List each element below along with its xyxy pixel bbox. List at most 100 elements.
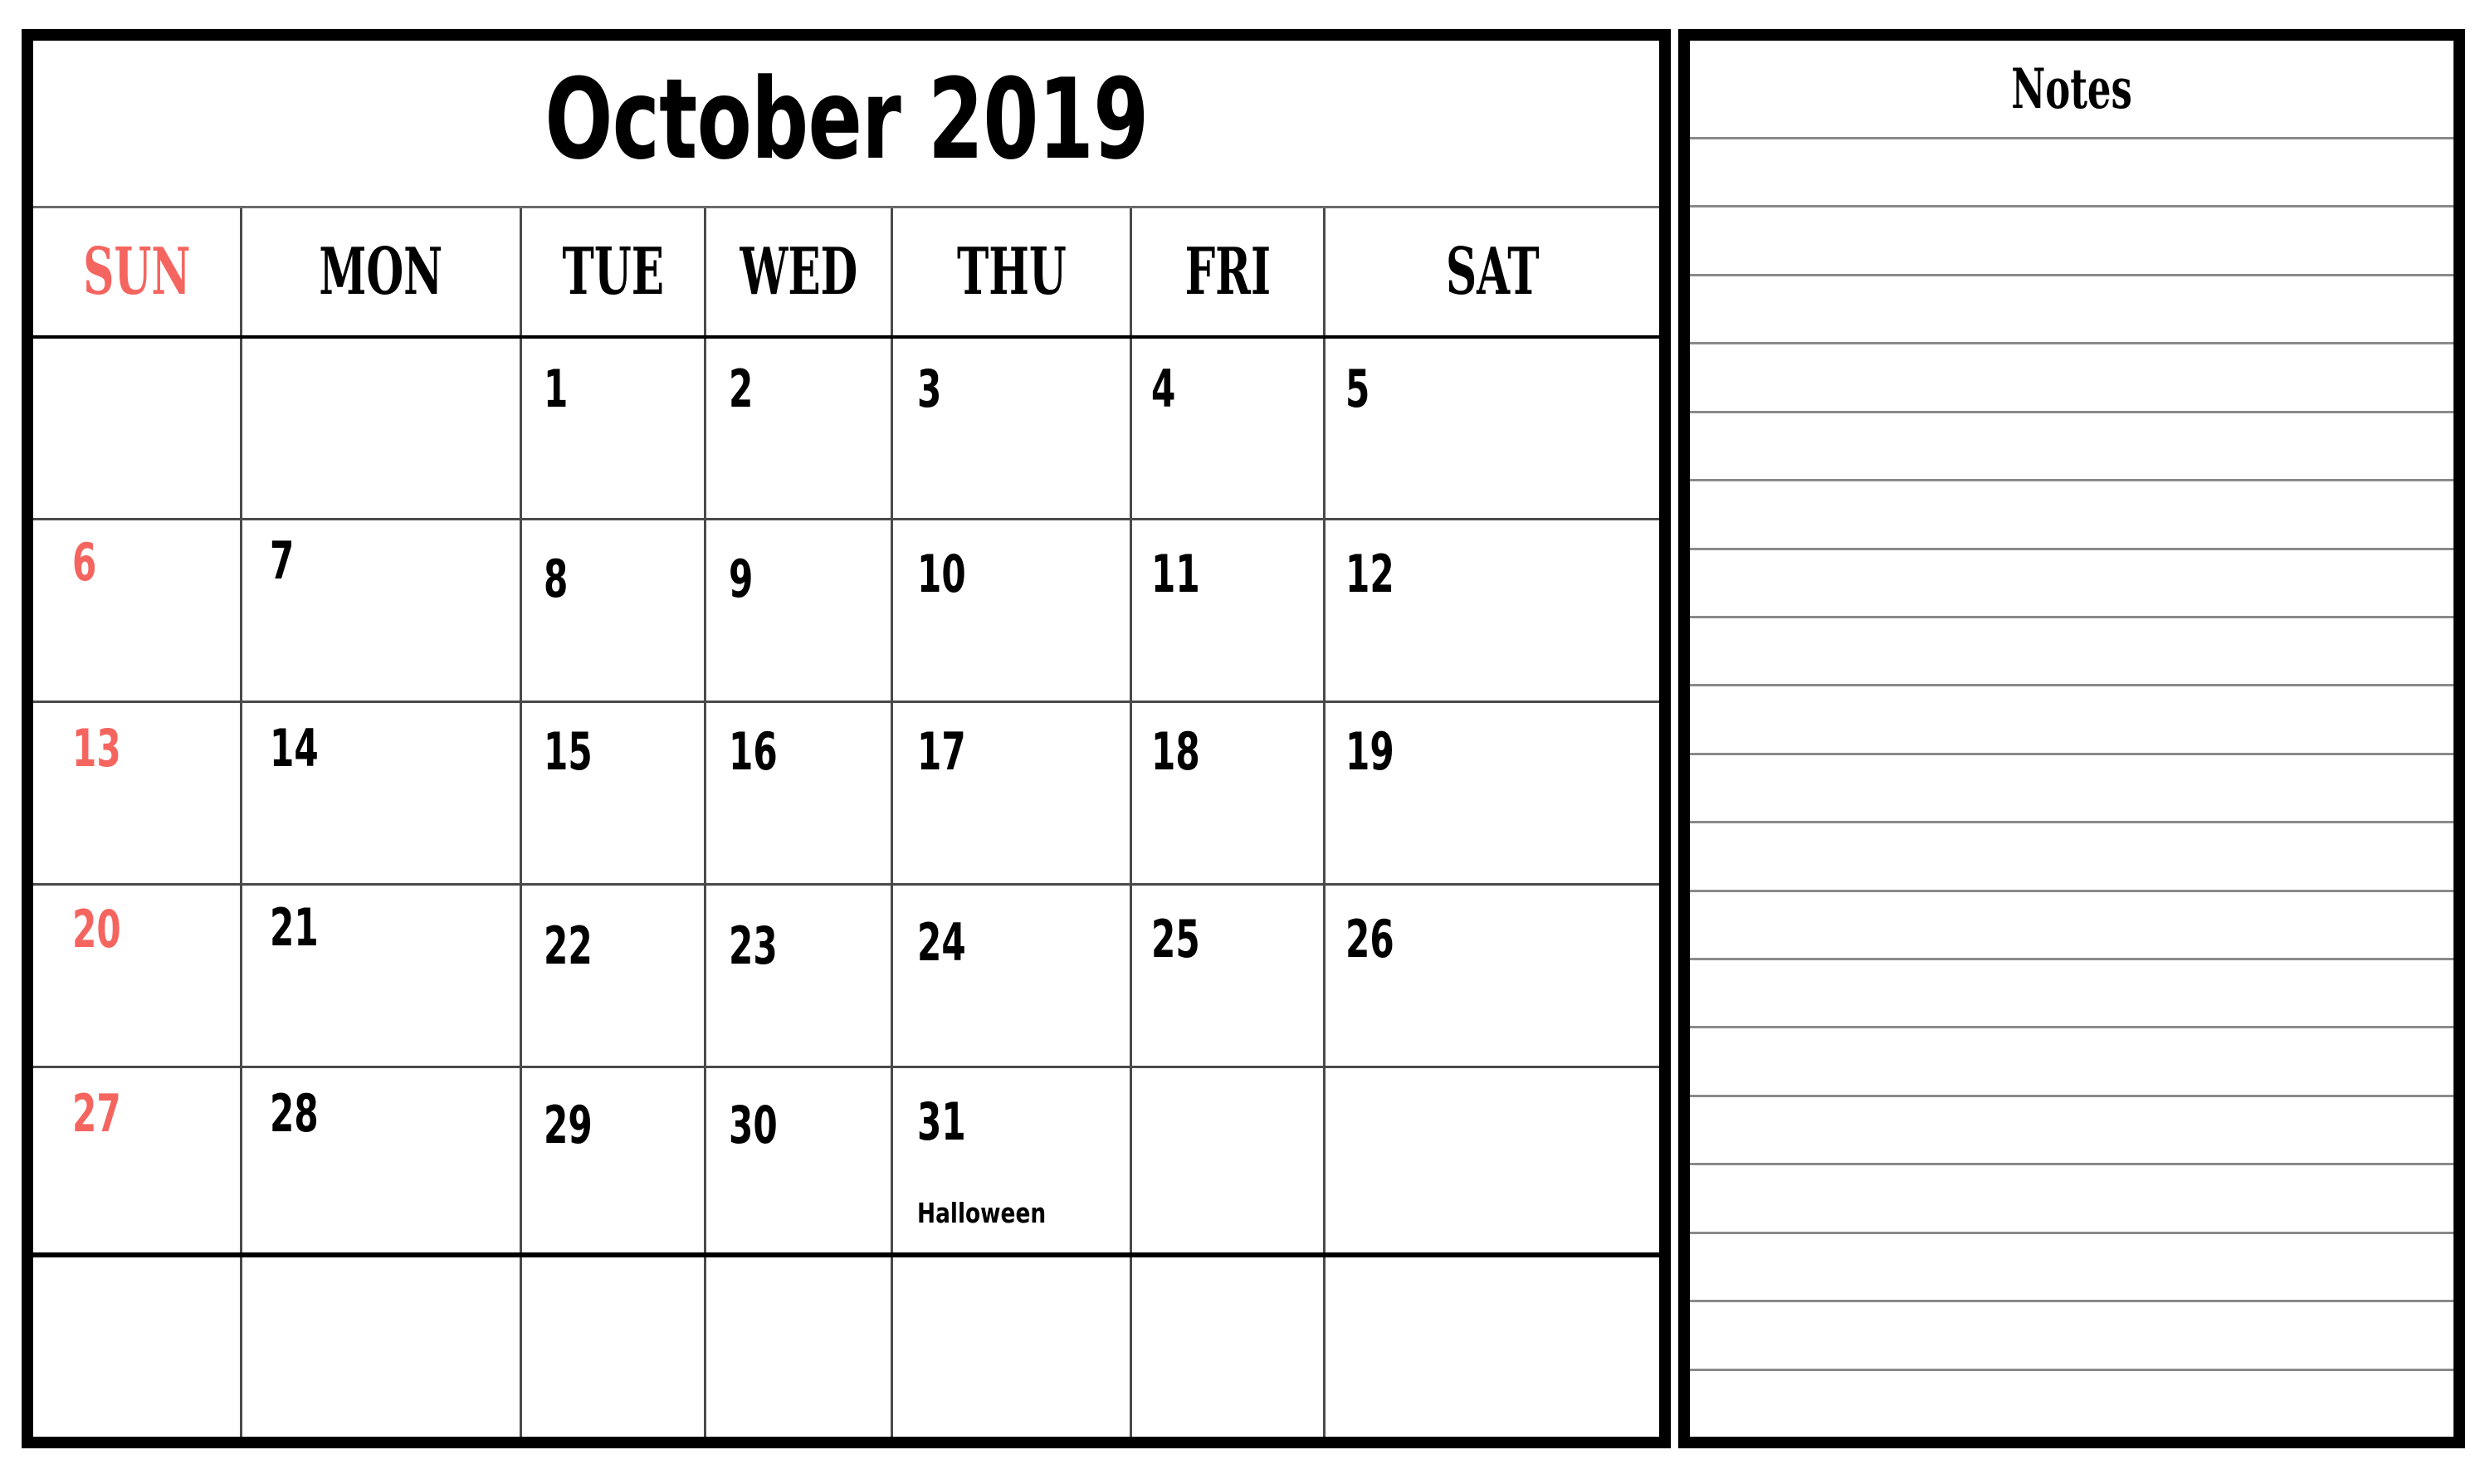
day-cell-27[interactable]: 27	[33, 1068, 242, 1252]
weekday-header-row: SUN MON TUE WED THU FRI SAT	[33, 208, 1659, 339]
day-cell-6[interactable]: 6	[33, 520, 242, 701]
day-cell-empty[interactable]	[1132, 1257, 1326, 1437]
day-cell-empty[interactable]	[522, 1257, 706, 1437]
day-cell-13[interactable]: 13	[33, 703, 242, 883]
weekday-header-sun: SUN	[33, 208, 242, 335]
day-number: 24	[916, 912, 966, 973]
notes-line[interactable]	[1690, 276, 2453, 345]
day-cell-21[interactable]: 21	[242, 886, 522, 1066]
day-cell-empty[interactable]	[893, 1257, 1133, 1437]
day-number: 22	[543, 915, 593, 976]
day-number: 17	[916, 721, 966, 782]
notes-line[interactable]	[1690, 1165, 2453, 1234]
day-cell-empty[interactable]	[1326, 1068, 1659, 1252]
notes-line[interactable]	[1690, 1028, 2453, 1097]
day-cell-20[interactable]: 20	[33, 886, 242, 1066]
day-cell-29[interactable]: 29	[522, 1068, 706, 1252]
day-number: 9	[728, 549, 754, 609]
notes-line[interactable]	[1690, 139, 2453, 208]
notes-header: Notes	[1690, 41, 2453, 139]
day-cell-empty[interactable]	[1326, 1257, 1659, 1437]
day-cell-25[interactable]: 25	[1132, 886, 1326, 1066]
calendar-panel: October 2019 SUN MON TUE WED THU FRI SAT 12345…	[22, 29, 1671, 1448]
day-number: 25	[1151, 909, 1200, 969]
day-number: 20	[72, 899, 121, 959]
day-number: 13	[72, 718, 121, 779]
day-number: 11	[1151, 544, 1200, 604]
day-cell-11[interactable]: 11	[1132, 520, 1326, 701]
notes-inner: Notes	[1690, 41, 2453, 1437]
day-cell-empty[interactable]	[1132, 1068, 1326, 1252]
day-cell-19[interactable]: 19	[1326, 703, 1659, 883]
day-cell-5[interactable]: 5	[1326, 339, 1659, 518]
notes-line[interactable]	[1690, 413, 2453, 482]
day-cell-2[interactable]: 2	[706, 339, 894, 518]
weekday-header-thu: THU	[893, 208, 1133, 335]
notes-line[interactable]	[1690, 960, 2453, 1029]
day-number: 14	[270, 718, 319, 779]
weekday-label: FRI	[1184, 233, 1272, 310]
day-cell-9[interactable]: 9	[706, 520, 894, 701]
day-cell-24[interactable]: 24	[893, 886, 1133, 1066]
day-number: 3	[916, 359, 942, 419]
day-cell-17[interactable]: 17	[893, 703, 1133, 883]
weekday-label: SAT	[1445, 233, 1540, 310]
calendar-week-row: 1 2 3 4 5	[33, 339, 1659, 520]
day-cell-empty[interactable]	[242, 339, 522, 518]
notes-line[interactable]	[1690, 1234, 2453, 1303]
notes-line[interactable]	[1690, 1302, 2453, 1371]
day-number: 12	[1345, 544, 1395, 604]
weekday-header-fri: FRI	[1132, 208, 1326, 335]
calendar-week-row: 27 28 29 30 31 Halloween	[33, 1068, 1659, 1257]
calendar-page: October 2019 SUN MON TUE WED THU FRI SAT 12345…	[0, 0, 2490, 1484]
day-cell-28[interactable]: 28	[242, 1068, 522, 1252]
day-cell-18[interactable]: 18	[1132, 703, 1326, 883]
notes-line[interactable]	[1690, 1371, 2453, 1437]
day-cell-23[interactable]: 23	[706, 886, 894, 1066]
day-cell-22[interactable]: 22	[522, 886, 706, 1066]
notes-line[interactable]	[1690, 618, 2453, 687]
calendar-week-row	[33, 1257, 1659, 1437]
day-cell-empty[interactable]	[33, 339, 242, 518]
weekday-label: MON	[319, 233, 443, 310]
day-number: 10	[916, 544, 966, 604]
day-cell-30[interactable]: 30	[706, 1068, 894, 1252]
notes-title: Notes	[2011, 56, 2132, 121]
day-cell-8[interactable]: 8	[522, 520, 706, 701]
day-cell-empty[interactable]	[706, 1257, 894, 1437]
weekday-header-tue: TUE	[522, 208, 706, 335]
day-number: 28	[270, 1083, 319, 1144]
day-number: 4	[1151, 359, 1176, 419]
notes-line[interactable]	[1690, 686, 2453, 755]
day-cell-empty[interactable]	[242, 1257, 522, 1437]
weekday-label: THU	[956, 233, 1067, 310]
notes-line[interactable]	[1690, 892, 2453, 961]
calendar-week-row: 13 14 15 16 17 18 19	[33, 703, 1659, 886]
day-cell-7[interactable]: 7	[242, 520, 522, 701]
day-cell-empty[interactable]	[33, 1257, 242, 1437]
notes-line[interactable]	[1690, 207, 2453, 276]
day-cell-10[interactable]: 10	[893, 520, 1133, 701]
day-cell-16[interactable]: 16	[706, 703, 894, 883]
weekday-label: SUN	[82, 233, 190, 310]
day-cell-14[interactable]: 14	[242, 703, 522, 883]
notes-line[interactable]	[1690, 823, 2453, 892]
notes-line[interactable]	[1690, 550, 2453, 618]
weekday-header-wed: WED	[706, 208, 894, 335]
day-number: 23	[728, 915, 778, 976]
day-cell-31[interactable]: 31 Halloween	[893, 1068, 1133, 1252]
day-cell-3[interactable]: 3	[893, 339, 1133, 518]
day-cell-26[interactable]: 26	[1326, 886, 1659, 1066]
notes-line[interactable]	[1690, 1097, 2453, 1166]
notes-lines-area[interactable]	[1690, 139, 2453, 1437]
day-number: 27	[72, 1083, 121, 1144]
notes-line[interactable]	[1690, 481, 2453, 550]
day-number: 6	[72, 532, 97, 593]
notes-line[interactable]	[1690, 344, 2453, 413]
day-cell-1[interactable]: 1	[522, 339, 706, 518]
notes-panel: Notes	[1678, 29, 2465, 1448]
notes-line[interactable]	[1690, 755, 2453, 824]
day-cell-4[interactable]: 4	[1132, 339, 1326, 518]
day-cell-12[interactable]: 12	[1326, 520, 1659, 701]
day-cell-15[interactable]: 15	[522, 703, 706, 883]
